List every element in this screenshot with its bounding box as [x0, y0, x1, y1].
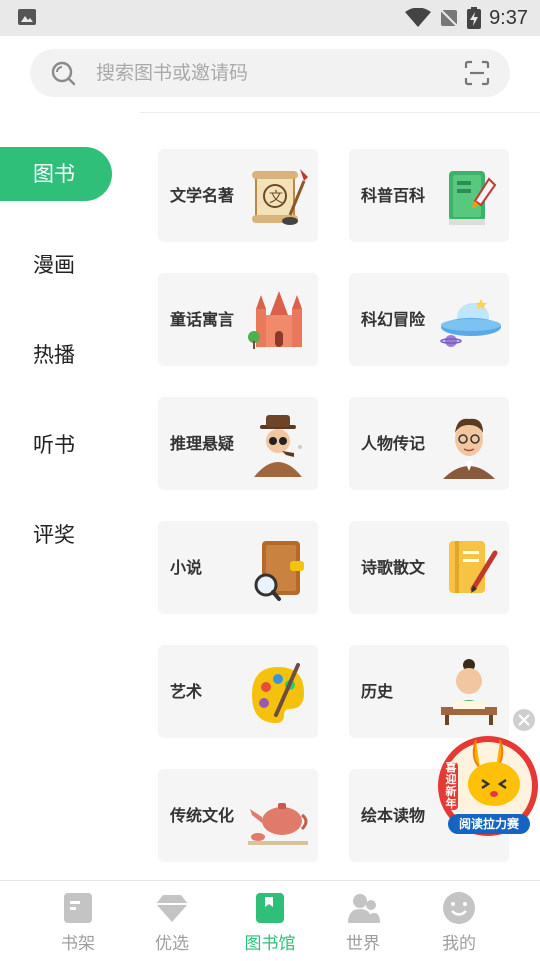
nav-label: 图书馆 [244, 934, 296, 954]
reading-rally-promo-badge[interactable]: 喜迎新年 阅读拉力赛 [436, 734, 540, 838]
search-input[interactable]: 搜索图书或邀请码 [30, 49, 510, 97]
promo-close-button[interactable] [513, 709, 535, 731]
nav-tab-world[interactable]: 世界 [315, 881, 411, 961]
category-label: 诗歌散文 [361, 558, 426, 577]
category-label: 传统文化 [170, 806, 235, 825]
scroll-quill-icon: 文 [252, 169, 308, 225]
scholar-icon [441, 659, 497, 725]
rocket-book-icon [449, 171, 497, 225]
category-label: 文学名著 [170, 186, 235, 205]
category-card-literature[interactable]: 文学名著 文 [158, 149, 318, 242]
bottom-navigation: 书架 优选 图书馆 世界 我的 [0, 880, 540, 961]
sidebar-item-comics[interactable]: 漫画 [0, 238, 112, 292]
search-icon [51, 61, 76, 86]
category-label: 推理悬疑 [170, 434, 235, 453]
wifi-icon [405, 8, 432, 27]
category-card-poetry[interactable]: 诗歌散文 [349, 521, 509, 614]
category-sidebar: 图书 漫画 热播 听书 评奖 [0, 112, 140, 880]
category-label: 科幻冒险 [361, 310, 426, 329]
category-label: 艺术 [170, 682, 203, 701]
status-time: 9:37 [489, 6, 528, 29]
nav-tab-library[interactable]: 图书馆 [222, 881, 318, 961]
close-icon [518, 714, 530, 726]
search-bar-area: 搜索图书或邀请码 [0, 36, 540, 113]
status-bar: 9:37 [0, 0, 540, 36]
svg-text:文: 文 [269, 190, 283, 206]
nav-label: 我的 [442, 934, 476, 954]
promo-side-text: 喜迎新年 [444, 761, 458, 810]
nav-label: 优选 [155, 934, 189, 954]
category-label: 历史 [361, 682, 394, 701]
category-label: 小说 [170, 558, 203, 577]
search-placeholder: 搜索图书或邀请码 [96, 62, 249, 84]
notebook-pen-icon [449, 541, 498, 593]
category-card-science[interactable]: 科普百科 [349, 149, 509, 242]
sidebar-item-books[interactable]: 图书 [0, 147, 112, 201]
category-card-fairy-tales[interactable]: 童话寓言 [158, 273, 318, 366]
castle-icon [248, 291, 302, 349]
nav-label: 世界 [346, 934, 380, 954]
sidebar-item-awards[interactable]: 评奖 [0, 508, 112, 562]
category-card-scifi[interactable]: 科幻冒险 [349, 273, 509, 366]
category-card-novels[interactable]: 小说 [158, 521, 318, 614]
bookshelf-icon [64, 893, 92, 923]
category-card-biography[interactable]: 人物传记 [349, 397, 509, 490]
category-label: 人物传记 [361, 434, 426, 453]
category-label: 童话寓言 [170, 310, 235, 329]
teapot-icon [248, 803, 308, 845]
battery-charging-icon [467, 7, 482, 29]
palette-icon [252, 663, 304, 723]
gallery-notification-icon [18, 9, 36, 25]
diamond-icon [156, 895, 188, 922]
magnifier-book-icon [254, 541, 304, 601]
library-icon [256, 893, 284, 923]
smiley-icon [443, 892, 475, 924]
scan-icon[interactable] [464, 60, 490, 86]
category-card-art[interactable]: 艺术 [158, 645, 318, 738]
category-label: 科普百科 [361, 186, 426, 205]
nav-tab-profile[interactable]: 我的 [411, 881, 507, 961]
category-card-mystery[interactable]: 推理悬疑 [158, 397, 318, 490]
nav-tab-bookshelf[interactable]: 书架 [30, 881, 126, 961]
no-signal-icon [440, 9, 458, 27]
nav-label: 书架 [61, 934, 95, 954]
ufo-icon [440, 299, 501, 347]
nav-tab-featured[interactable]: 优选 [124, 881, 220, 961]
category-label: 绘本读物 [361, 806, 426, 825]
portrait-icon [443, 418, 495, 479]
detective-icon [254, 415, 302, 477]
category-card-history[interactable]: 历史 [349, 645, 509, 738]
category-card-traditional-culture[interactable]: 传统文化 [158, 769, 318, 862]
promo-banner-text: 阅读拉力赛 [448, 814, 530, 834]
sidebar-item-audiobooks[interactable]: 听书 [0, 418, 112, 472]
sidebar-item-trending[interactable]: 热播 [0, 328, 112, 382]
people-icon [348, 894, 380, 923]
